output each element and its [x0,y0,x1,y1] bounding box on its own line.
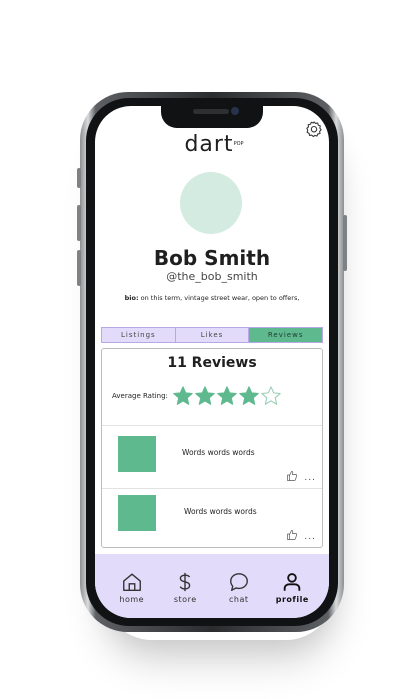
review-item[interactable]: Words words words ... [102,426,322,488]
volume-up-button [77,205,81,241]
tab-likes[interactable]: Likes [175,328,250,342]
bottom-nav: home store chat profile [95,554,329,618]
logo-tag: POP [233,141,244,147]
front-camera [231,107,239,115]
review-item[interactable]: Words words words ... [102,485,322,547]
review-text: Words words words [182,448,255,457]
nav-store[interactable]: store [163,554,207,604]
phone-screen: dartPOP Bob Smith @the_bob_smith bio: on… [95,106,329,618]
bio-text: on this term, vintage street wear, open … [138,294,300,302]
star-filled-icon [195,386,215,405]
logo-text: dart [184,132,234,157]
review-text: Words words words [184,507,257,516]
profile-handle: @the_bob_smith [166,270,258,283]
nav-home[interactable]: home [110,554,154,604]
nav-profile[interactable]: profile [270,554,314,604]
nav-profile-label: profile [275,595,309,604]
volume-down-button [77,250,81,286]
dollar-icon [179,572,191,592]
nav-chat-label: chat [228,595,249,604]
app-logo: dartPOP [95,132,329,157]
reviews-panel: 11 Reviews Average Rating: Words words w… [101,348,323,548]
star-empty-icon [261,386,281,405]
tab-reviews[interactable]: Reviews [249,328,323,342]
chat-bubble-icon [229,573,248,591]
reviews-count-title: 11 Reviews [167,355,257,371]
thumbs-up-icon[interactable] [286,529,298,541]
nav-store-label: store [173,595,197,604]
star-filled-icon [217,386,237,405]
nav-home-label: home [119,595,145,604]
power-button [343,215,347,271]
profile-name: Bob Smith [153,246,271,270]
avatar[interactable] [180,172,242,234]
star-filled-icon [173,386,193,405]
review-thumbnail[interactable] [118,436,156,472]
profile-bio: bio: on this term, vintage street wear, … [95,294,329,302]
average-rating: Average Rating: [112,385,282,407]
tab-listings[interactable]: Listings [102,328,176,342]
thumbs-up-icon[interactable] [286,470,298,482]
star-filled-icon [239,386,259,405]
nav-chat[interactable]: chat [217,554,261,604]
bio-label: bio: [124,294,139,302]
more-options[interactable]: ... [304,473,316,483]
rating-label: Average Rating: [112,392,168,400]
review-thumbnail[interactable] [118,495,156,531]
silent-switch [77,168,81,188]
rating-stars [172,385,282,407]
profile-tabs: Listings Likes Reviews [101,327,323,343]
home-icon [122,573,141,591]
more-options[interactable]: ... [304,532,316,542]
notch [161,106,263,128]
speaker [193,109,229,114]
person-icon [284,573,301,591]
